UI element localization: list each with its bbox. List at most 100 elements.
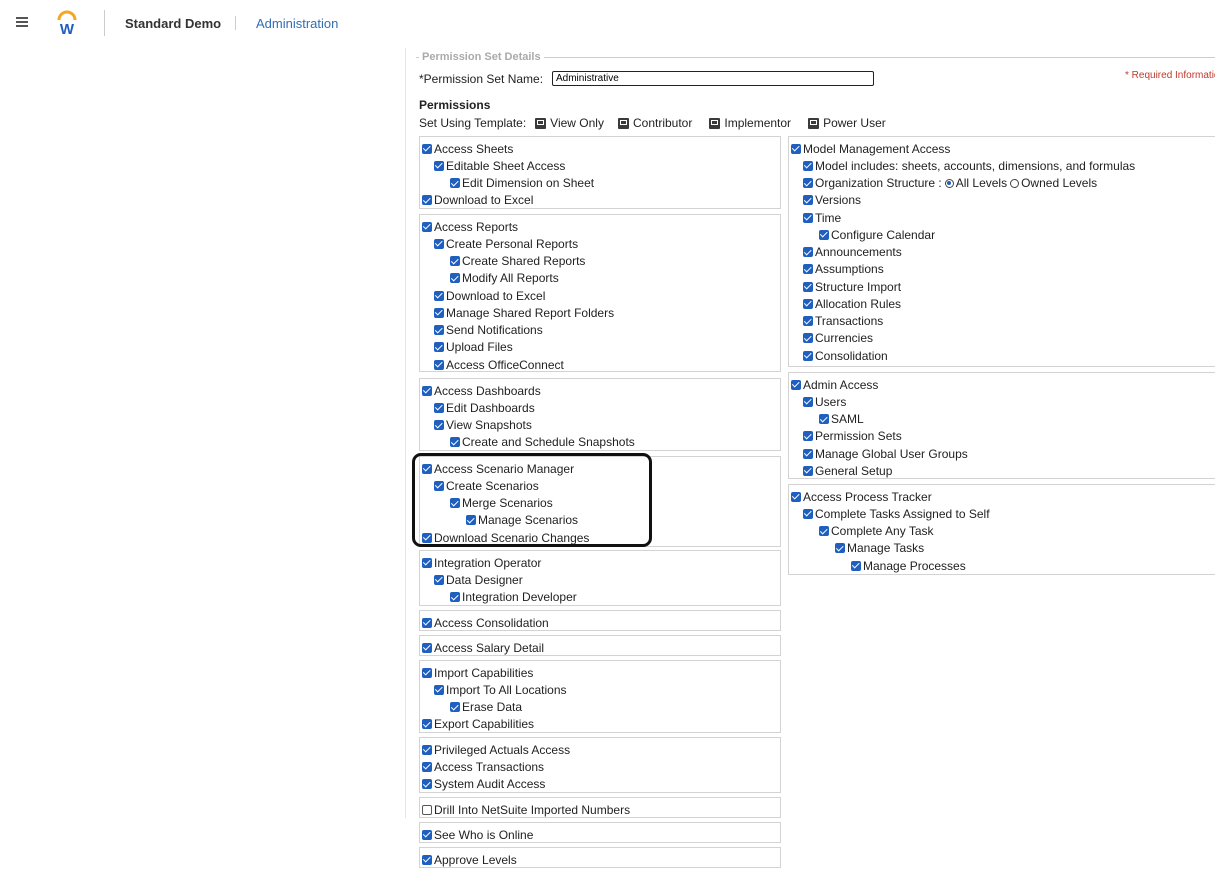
permission-checkbox[interactable] <box>422 744 432 755</box>
permission-checkbox[interactable] <box>803 465 813 476</box>
permission-checkbox[interactable] <box>434 342 444 353</box>
permission-checkbox[interactable] <box>422 779 432 790</box>
permission-item: Access Sheets <box>420 140 780 157</box>
permission-checkbox[interactable] <box>434 420 444 431</box>
permission-checkbox[interactable] <box>819 229 829 240</box>
permission-checkbox[interactable] <box>422 532 432 543</box>
permission-checkbox[interactable] <box>434 307 444 318</box>
permission-checkbox[interactable] <box>803 298 813 309</box>
permission-checkbox[interactable] <box>450 437 460 448</box>
permission-label: Currencies <box>815 331 874 346</box>
permission-checkbox[interactable] <box>466 515 476 526</box>
permission-checkbox[interactable] <box>803 448 813 459</box>
permission-item: Upload Files <box>420 339 780 356</box>
permission-checkbox[interactable] <box>422 195 432 206</box>
permission-checkbox[interactable] <box>450 592 460 603</box>
permission-checkbox[interactable] <box>819 414 829 425</box>
permission-checkbox[interactable] <box>434 359 444 370</box>
permission-checkbox[interactable] <box>803 195 813 206</box>
permission-radio[interactable] <box>944 178 954 188</box>
permission-checkbox[interactable] <box>450 702 460 713</box>
permission-label: Export Capabilities <box>434 717 535 732</box>
permission-checkbox[interactable] <box>422 854 432 865</box>
permission-checkbox[interactable] <box>803 396 813 407</box>
permission-label: Complete Tasks Assigned to Self <box>815 506 990 521</box>
workday-logo[interactable]: W <box>55 8 79 36</box>
permission-checkbox[interactable] <box>791 379 801 390</box>
permission-label: Access Consolidation <box>434 615 549 630</box>
permission-label: Access Sheets <box>434 141 514 156</box>
divider <box>235 16 236 30</box>
permission-checkbox[interactable] <box>803 431 813 442</box>
permission-label: Integration Developer <box>462 590 577 605</box>
hamburger-menu-icon[interactable] <box>16 17 28 27</box>
permission-checkbox[interactable] <box>422 463 432 474</box>
permission-checkbox[interactable] <box>803 508 813 519</box>
permission-checkbox[interactable] <box>422 385 432 396</box>
permission-checkbox[interactable] <box>434 684 444 695</box>
permission-checkbox[interactable] <box>835 543 845 554</box>
permission-label: Create Scenarios <box>446 478 539 493</box>
permission-checkbox[interactable] <box>450 273 460 284</box>
permission-checkbox[interactable] <box>422 804 432 815</box>
permission-checkbox[interactable] <box>803 212 813 223</box>
permission-checkbox[interactable] <box>434 160 444 171</box>
permission-checkbox[interactable] <box>422 642 432 653</box>
permission-checkbox[interactable] <box>422 761 432 772</box>
permission-item: Manage Shared Report Folders <box>420 304 780 321</box>
permission-checkbox[interactable] <box>803 333 813 344</box>
permission-group: Access Scenario Manager Create Scenarios M… <box>419 456 781 547</box>
permission-item: Transactions <box>789 313 1215 330</box>
permission-checkbox[interactable] <box>422 557 432 568</box>
permission-checkbox[interactable] <box>422 617 432 628</box>
permission-radio-label: Owned Levels <box>1021 176 1098 191</box>
permission-label: Consolidation <box>815 348 888 363</box>
permission-label: Data Designer <box>446 572 523 587</box>
permission-checkbox[interactable] <box>791 143 801 154</box>
permission-checkbox[interactable] <box>803 350 813 361</box>
permission-checkbox[interactable] <box>803 178 813 189</box>
permission-item: Import To All Locations <box>420 681 780 698</box>
permission-checkbox[interactable] <box>803 247 813 258</box>
permission-checkbox[interactable] <box>422 667 432 678</box>
template-icon <box>617 117 629 129</box>
permission-checkbox[interactable] <box>422 719 432 730</box>
permission-checkbox[interactable] <box>422 221 432 232</box>
permission-checkbox[interactable] <box>803 281 813 292</box>
template-implementor-button[interactable]: Implementor <box>709 116 791 130</box>
permission-checkbox[interactable] <box>803 264 813 275</box>
permission-checkbox[interactable] <box>450 498 460 509</box>
permission-checkbox[interactable] <box>422 143 432 154</box>
permission-checkbox[interactable] <box>803 316 813 327</box>
permission-checkbox[interactable] <box>434 238 444 249</box>
permission-checkbox[interactable] <box>434 290 444 301</box>
permission-item: Editable Sheet Access <box>420 157 780 174</box>
breadcrumb-administration[interactable]: Administration <box>256 16 338 31</box>
template-contributor-button[interactable]: Contributor <box>617 116 692 130</box>
permission-item: Access OfficeConnect <box>420 356 780 373</box>
tenant-name: Standard Demo <box>125 16 222 31</box>
permission-item: Approve Levels <box>420 851 780 868</box>
permission-checkbox[interactable] <box>434 480 444 491</box>
permission-checkbox[interactable] <box>434 574 444 585</box>
permission-label: Edit Dimension on Sheet <box>462 176 595 191</box>
permission-checkbox[interactable] <box>791 491 801 502</box>
permission-item: Manage Global User Groups <box>789 445 1215 462</box>
template-power-user-button[interactable]: Power User <box>808 116 886 130</box>
permission-label: Announcements <box>815 245 902 260</box>
permission-label: Access OfficeConnect <box>446 357 564 372</box>
permission-checkbox[interactable] <box>803 160 813 171</box>
template-view-only-button[interactable]: View Only <box>535 116 604 130</box>
permission-checkbox[interactable] <box>450 178 460 189</box>
permission-checkbox[interactable] <box>422 829 432 840</box>
permission-item: Currencies <box>789 330 1215 347</box>
permission-item: Model includes: sheets, accounts, dimens… <box>789 157 1215 174</box>
permission-set-name-input[interactable] <box>552 71 874 86</box>
permission-checkbox[interactable] <box>450 256 460 267</box>
permission-checkbox[interactable] <box>851 560 861 571</box>
permission-label: Permission Sets <box>815 429 902 444</box>
permission-checkbox[interactable] <box>819 526 829 537</box>
permission-checkbox[interactable] <box>434 325 444 336</box>
permission-radio[interactable] <box>1010 178 1020 188</box>
permission-checkbox[interactable] <box>434 402 444 413</box>
